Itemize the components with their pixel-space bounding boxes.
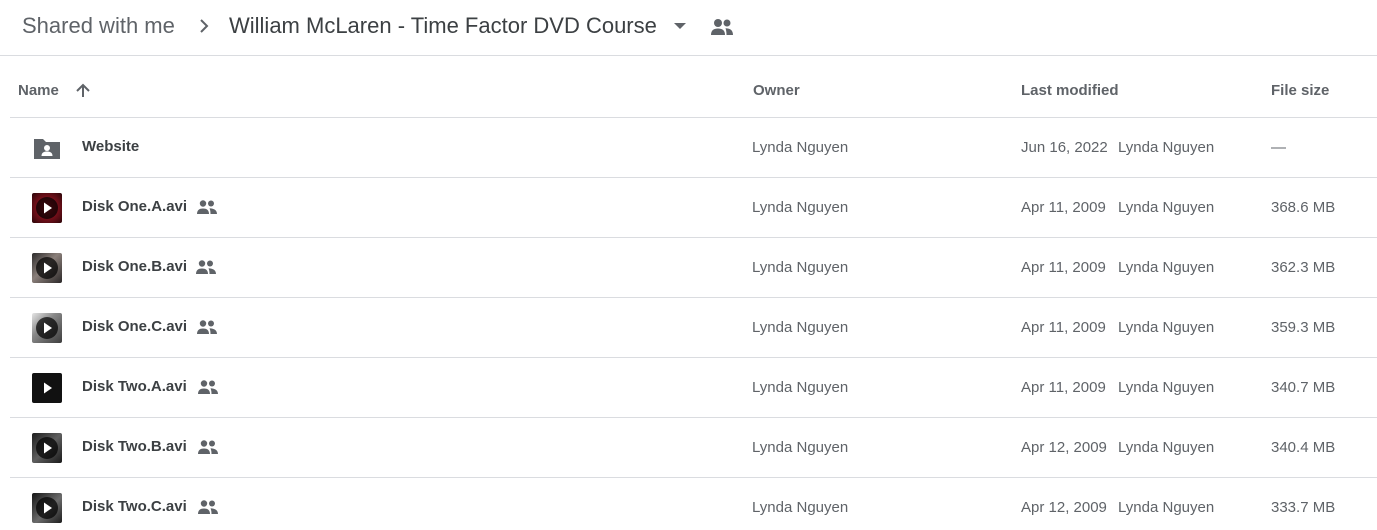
file-row[interactable]: Disk Two.C.avi Lynda Nguyen Apr 12, 2009…	[10, 478, 1377, 530]
breadcrumb-current-folder[interactable]: William McLaren - Time Factor DVD Course	[229, 12, 657, 40]
file-owner: Lynda Nguyen	[752, 259, 849, 276]
video-thumbnail	[32, 493, 62, 523]
file-owner: Lynda Nguyen	[752, 319, 849, 336]
people-icon	[198, 440, 218, 454]
file-size: 340.7 MB	[1271, 379, 1336, 396]
file-name: Website	[82, 138, 140, 155]
file-name: Disk Two.B.avi	[82, 438, 187, 455]
column-header-file-size[interactable]: File size	[1271, 82, 1329, 100]
file-row[interactable]: Disk One.B.avi Lynda Nguyen Apr 11, 2009…	[10, 238, 1377, 298]
column-header-owner: Owner	[753, 82, 800, 99]
people-icon	[711, 19, 733, 35]
video-thumbnail	[32, 433, 62, 463]
file-modified-date: Apr 12, 2009	[1021, 499, 1107, 516]
file-modified-date: Jun 16, 2022	[1021, 139, 1108, 156]
people-icon	[197, 200, 217, 214]
file-row[interactable]: Disk Two.A.avi Lynda Nguyen Apr 11, 2009…	[10, 358, 1377, 418]
people-icon	[196, 260, 216, 274]
video-thumbnail	[32, 193, 62, 223]
file-modified-by: Lynda Nguyen	[1118, 439, 1215, 456]
shared-folder-icon	[34, 139, 60, 159]
file-row[interactable]: Disk Two.B.avi Lynda Nguyen Apr 12, 2009…	[10, 418, 1377, 478]
file-owner: Lynda Nguyen	[752, 379, 849, 396]
video-thumbnail	[32, 373, 62, 403]
play-icon	[44, 382, 52, 394]
file-modified-by: Lynda Nguyen	[1118, 379, 1215, 396]
file-size: 359.3 MB	[1271, 319, 1336, 336]
file-owner: Lynda Nguyen	[752, 139, 849, 156]
file-name: Disk Two.A.avi	[82, 378, 187, 395]
video-thumbnail	[32, 253, 62, 283]
people-icon	[197, 320, 217, 334]
file-size: —	[1271, 139, 1286, 156]
people-icon	[198, 500, 218, 514]
file-owner: Lynda Nguyen	[752, 199, 849, 216]
file-modified-date: Apr 11, 2009	[1021, 199, 1106, 216]
drive-file-list: Shared with me William McLaren - Time Fa…	[0, 0, 1377, 530]
file-name: Disk Two.C.avi	[82, 498, 187, 515]
file-size: 333.7 MB	[1271, 499, 1336, 516]
file-row[interactable]: Disk One.A.avi Lynda Nguyen Apr 11, 2009…	[10, 178, 1377, 238]
breadcrumb: Shared with me William McLaren - Time Fa…	[0, 0, 1377, 56]
breadcrumb-shared-with-me[interactable]: Shared with me	[22, 12, 175, 40]
file-modified-date: Apr 11, 2009	[1021, 319, 1106, 336]
file-size: 368.6 MB	[1271, 199, 1336, 216]
file-name: Disk One.C.avi	[82, 318, 188, 335]
play-icon	[36, 257, 58, 279]
people-icon	[198, 380, 218, 394]
file-owner: Lynda Nguyen	[752, 499, 849, 516]
play-icon	[36, 497, 58, 519]
file-size: 362.3 MB	[1271, 259, 1336, 276]
arrow-up-icon[interactable]	[74, 82, 92, 100]
play-icon	[36, 437, 58, 459]
file-name: Disk One.B.avi	[82, 258, 188, 275]
file-modified-by: Lynda Nguyen	[1118, 259, 1215, 276]
file-list: Website Lynda Nguyen Jun 16, 2022 Lynda …	[10, 118, 1377, 530]
file-row[interactable]: Disk One.C.avi Lynda Nguyen Apr 11, 2009…	[10, 298, 1377, 358]
play-icon	[36, 197, 58, 219]
file-modified-by: Lynda Nguyen	[1118, 499, 1215, 516]
file-name: Disk One.A.avi	[82, 198, 188, 215]
file-row[interactable]: Website Lynda Nguyen Jun 16, 2022 Lynda …	[10, 118, 1377, 178]
column-header-row: Name Owner Last modified File size	[10, 56, 1377, 118]
caret-down-icon[interactable]	[672, 20, 688, 32]
column-header-name[interactable]: Name	[18, 82, 59, 100]
video-thumbnail	[32, 313, 62, 343]
file-owner: Lynda Nguyen	[752, 439, 849, 456]
file-size: 340.4 MB	[1271, 439, 1336, 456]
file-modified-by: Lynda Nguyen	[1118, 199, 1215, 216]
file-modified-date: Apr 11, 2009	[1021, 259, 1106, 276]
chevron-right-icon	[200, 19, 209, 33]
file-modified-date: Apr 12, 2009	[1021, 439, 1107, 456]
file-modified-date: Apr 11, 2009	[1021, 379, 1106, 396]
play-icon	[36, 317, 58, 339]
column-header-last-modified[interactable]: Last modified	[1021, 82, 1119, 100]
file-modified-by: Lynda Nguyen	[1118, 319, 1215, 336]
file-modified-by: Lynda Nguyen	[1118, 139, 1215, 156]
